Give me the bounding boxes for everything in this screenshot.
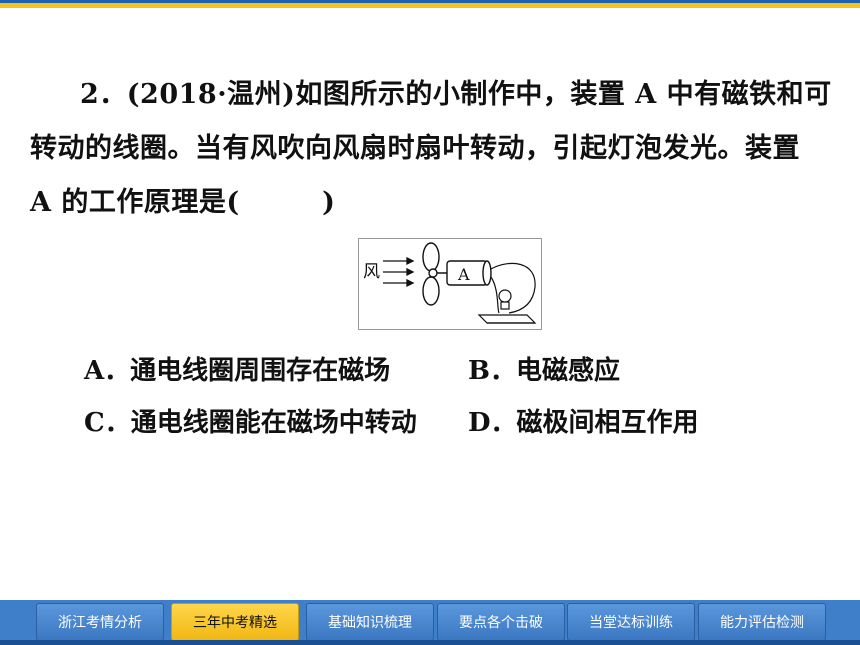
bulb-base-board (477, 314, 537, 324)
option-c[interactable]: C．通电线圈能在磁场中转动 (84, 402, 417, 439)
option-b[interactable]: B．电磁感应 (468, 350, 620, 387)
wind-arrows-icon (383, 256, 415, 288)
tab-key-points[interactable]: 要点各个击破 (437, 603, 565, 641)
bottom-nav-bar: 浙江考情分析 三年中考精选 基础知识梳理 要点各个击破 当堂达标训练 能力评估检… (0, 600, 860, 645)
figure-drawing: 风 A (363, 242, 537, 324)
wind-label: 风 (363, 262, 380, 282)
option-a[interactable]: A．通电线圈周围存在磁场 (84, 350, 390, 387)
question-line-1: 2．(2018·温州)如图所示的小制作中，装置 A 中有磁铁和可 (80, 79, 832, 110)
tab-basic-knowledge[interactable]: 基础知识梳理 (306, 603, 434, 641)
light-bulb-icon (498, 289, 512, 310)
tab-class-training[interactable]: 当堂达标训练 (567, 603, 695, 641)
nav-bottom-strip (0, 640, 860, 645)
top-accent-stripe (0, 3, 860, 8)
question-line-2: 转动的线圈。当有风吹向风扇时扇叶转动，引起灯泡发光。装置 (30, 133, 800, 164)
tab-zhejiang-analysis[interactable]: 浙江考情分析 (36, 603, 164, 641)
option-d[interactable]: D．磁极间相互作用 (468, 402, 699, 439)
device-a-label: A (457, 265, 470, 284)
question-line-3: A 的工作原理是( ) (30, 187, 336, 218)
fan-blade-icon (422, 242, 440, 306)
question-text: 2．(2018·温州)如图所示的小制作中，装置 A 中有磁铁和可 转动的线圈。当… (30, 68, 832, 230)
tab-three-year-selection[interactable]: 三年中考精选 (171, 603, 299, 641)
tab-ability-assessment[interactable]: 能力评估检测 (698, 603, 826, 641)
fan-generator-figure: 风 A (358, 238, 542, 330)
